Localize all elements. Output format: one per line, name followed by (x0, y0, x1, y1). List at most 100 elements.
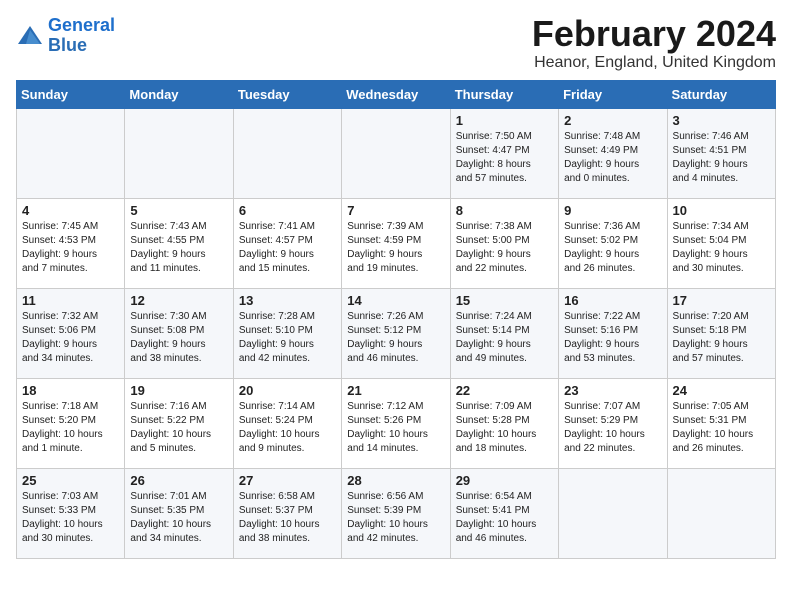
day-number: 18 (22, 383, 119, 398)
day-info: Sunrise: 7:14 AM Sunset: 5:24 PM Dayligh… (239, 400, 336, 456)
table-row: 14 Sunrise: 7:26 AM Sunset: 5:12 PM Dayli… (342, 289, 450, 379)
table-row: 17 Sunrise: 7:20 AM Sunset: 5:18 PM Dayli… (667, 289, 775, 379)
day-info: Sunrise: 7:20 AM Sunset: 5:18 PM Dayligh… (673, 310, 770, 366)
table-row (559, 469, 667, 559)
day-number: 7 (347, 203, 444, 218)
table-row: 29Sunrise: 6:54 AM Sunset: 5:41 PM Dayli… (450, 469, 558, 559)
day-info: Sunrise: 7:34 AM Sunset: 5:04 PM Dayligh… (673, 220, 770, 276)
day-info: Sunrise: 7:30 AM Sunset: 5:08 PM Dayligh… (130, 310, 227, 366)
day-number: 6 (239, 203, 336, 218)
day-number: 11 (22, 293, 119, 308)
table-row (667, 469, 775, 559)
day-info: Sunrise: 6:56 AM Sunset: 5:39 PM Dayligh… (347, 490, 444, 546)
day-number: 19 (130, 383, 227, 398)
day-info: Sunrise: 6:58 AM Sunset: 5:37 PM Dayligh… (239, 490, 336, 546)
table-row: 21 Sunrise: 7:12 AM Sunset: 5:26 PM Dayli… (342, 379, 450, 469)
table-row: 13 Sunrise: 7:28 AM Sunset: 5:10 PM Dayli… (233, 289, 341, 379)
table-row: 16Sunrise: 7:22 AM Sunset: 5:16 PM Dayli… (559, 289, 667, 379)
header-saturday: Saturday (667, 81, 775, 109)
day-number: 16 (564, 293, 661, 308)
calendar-table: Sunday Monday Tuesday Wednesday Thursday… (16, 80, 776, 559)
table-row: 26 Sunrise: 7:01 AM Sunset: 5:35 PM Dayli… (125, 469, 233, 559)
day-info: Sunrise: 7:03 AM Sunset: 5:33 PM Dayligh… (22, 490, 119, 546)
day-info: Sunrise: 7:07 AM Sunset: 5:29 PM Dayligh… (564, 400, 661, 456)
month-title: February 2024 (532, 16, 776, 52)
day-number: 17 (673, 293, 770, 308)
day-info: Sunrise: 7:48 AM Sunset: 4:49 PM Dayligh… (564, 130, 661, 186)
table-row: 24 Sunrise: 7:05 AM Sunset: 5:31 PM Dayli… (667, 379, 775, 469)
table-row: 18 Sunrise: 7:18 AM Sunset: 5:20 PM Dayli… (17, 379, 125, 469)
day-number: 24 (673, 383, 770, 398)
table-row: 2 Sunrise: 7:48 AM Sunset: 4:49 PM Daylig… (559, 109, 667, 199)
logo-icon (16, 22, 44, 50)
table-row: 23 Sunrise: 7:07 AM Sunset: 5:29 PM Dayli… (559, 379, 667, 469)
table-row: 20 Sunrise: 7:14 AM Sunset: 5:24 PM Dayli… (233, 379, 341, 469)
day-info: Sunrise: 7:32 AM Sunset: 5:06 PM Dayligh… (22, 310, 119, 366)
day-number: 26 (130, 473, 227, 488)
day-number: 9 (564, 203, 661, 218)
table-row: 5Sunrise: 7:43 AM Sunset: 4:55 PM Daylig… (125, 199, 233, 289)
table-row: 27 Sunrise: 6:58 AM Sunset: 5:37 PM Dayli… (233, 469, 341, 559)
day-info: Sunrise: 7:43 AM Sunset: 4:55 PM Dayligh… (130, 220, 227, 276)
table-row (17, 109, 125, 199)
day-info: Sunrise: 7:36 AM Sunset: 5:02 PM Dayligh… (564, 220, 661, 276)
day-info: Sunrise: 7:45 AM Sunset: 4:53 PM Dayligh… (22, 220, 119, 276)
day-number: 23 (564, 383, 661, 398)
table-row (233, 109, 341, 199)
header-wednesday: Wednesday (342, 81, 450, 109)
day-info: Sunrise: 7:05 AM Sunset: 5:31 PM Dayligh… (673, 400, 770, 456)
calendar-week-row: 25 Sunrise: 7:03 AM Sunset: 5:33 PM Dayli… (17, 469, 776, 559)
table-row: 4Sunrise: 7:45 AM Sunset: 4:53 PM Daylig… (17, 199, 125, 289)
table-row: 8 Sunrise: 7:38 AM Sunset: 5:00 PM Daylig… (450, 199, 558, 289)
day-info: Sunrise: 7:09 AM Sunset: 5:28 PM Dayligh… (456, 400, 553, 456)
day-info: Sunrise: 7:01 AM Sunset: 5:35 PM Dayligh… (130, 490, 227, 546)
calendar-header-row: Sunday Monday Tuesday Wednesday Thursday… (17, 81, 776, 109)
header-monday: Monday (125, 81, 233, 109)
day-number: 2 (564, 113, 661, 128)
day-number: 15 (456, 293, 553, 308)
table-row: 1 Sunrise: 7:50 AM Sunset: 4:47 PM Daylig… (450, 109, 558, 199)
day-info: Sunrise: 7:16 AM Sunset: 5:22 PM Dayligh… (130, 400, 227, 456)
title-area: February 2024 Heanor, England, United Ki… (532, 16, 776, 72)
day-info: Sunrise: 7:12 AM Sunset: 5:26 PM Dayligh… (347, 400, 444, 456)
table-row: 25 Sunrise: 7:03 AM Sunset: 5:33 PM Dayli… (17, 469, 125, 559)
table-row (125, 109, 233, 199)
header-tuesday: Tuesday (233, 81, 341, 109)
day-number: 22 (456, 383, 553, 398)
day-number: 13 (239, 293, 336, 308)
day-number: 1 (456, 113, 553, 128)
day-number: 3 (673, 113, 770, 128)
calendar-week-row: 4Sunrise: 7:45 AM Sunset: 4:53 PM Daylig… (17, 199, 776, 289)
day-info: Sunrise: 7:38 AM Sunset: 5:00 PM Dayligh… (456, 220, 553, 276)
table-row: 6 Sunrise: 7:41 AM Sunset: 4:57 PM Daylig… (233, 199, 341, 289)
calendar-week-row: 11 Sunrise: 7:32 AM Sunset: 5:06 PM Dayli… (17, 289, 776, 379)
header-thursday: Thursday (450, 81, 558, 109)
header-friday: Friday (559, 81, 667, 109)
day-info: Sunrise: 7:41 AM Sunset: 4:57 PM Dayligh… (239, 220, 336, 276)
day-info: Sunrise: 7:46 AM Sunset: 4:51 PM Dayligh… (673, 130, 770, 186)
day-number: 20 (239, 383, 336, 398)
table-row: 3 Sunrise: 7:46 AM Sunset: 4:51 PM Daylig… (667, 109, 775, 199)
day-number: 14 (347, 293, 444, 308)
day-info: Sunrise: 7:39 AM Sunset: 4:59 PM Dayligh… (347, 220, 444, 276)
table-row: 11 Sunrise: 7:32 AM Sunset: 5:06 PM Dayli… (17, 289, 125, 379)
day-number: 28 (347, 473, 444, 488)
table-row: 19 Sunrise: 7:16 AM Sunset: 5:22 PM Dayli… (125, 379, 233, 469)
day-info: Sunrise: 7:26 AM Sunset: 5:12 PM Dayligh… (347, 310, 444, 366)
table-row: 28 Sunrise: 6:56 AM Sunset: 5:39 PM Dayli… (342, 469, 450, 559)
day-number: 25 (22, 473, 119, 488)
table-row: 15 Sunrise: 7:24 AM Sunset: 5:14 PM Dayli… (450, 289, 558, 379)
logo: General Blue (16, 16, 115, 56)
day-number: 8 (456, 203, 553, 218)
location: Heanor, England, United Kingdom (532, 54, 776, 72)
day-info: Sunrise: 6:54 AM Sunset: 5:41 PM Dayligh… (456, 490, 553, 546)
calendar-week-row: 18 Sunrise: 7:18 AM Sunset: 5:20 PM Dayli… (17, 379, 776, 469)
day-number: 21 (347, 383, 444, 398)
day-info: Sunrise: 7:50 AM Sunset: 4:47 PM Dayligh… (456, 130, 553, 186)
day-number: 10 (673, 203, 770, 218)
day-info: Sunrise: 7:18 AM Sunset: 5:20 PM Dayligh… (22, 400, 119, 456)
day-info: Sunrise: 7:28 AM Sunset: 5:10 PM Dayligh… (239, 310, 336, 366)
day-info: Sunrise: 7:24 AM Sunset: 5:14 PM Dayligh… (456, 310, 553, 366)
day-number: 27 (239, 473, 336, 488)
table-row (342, 109, 450, 199)
